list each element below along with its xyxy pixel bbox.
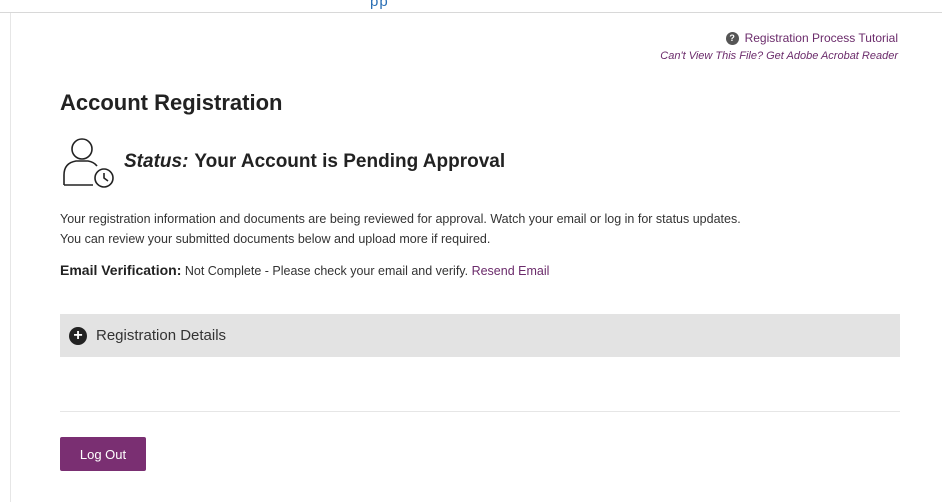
info-line-1: Your registration information and docume… — [60, 212, 741, 226]
email-verification: Email Verification: Not Complete - Pleas… — [60, 262, 549, 278]
resend-email-link[interactable]: Resend Email — [472, 264, 550, 278]
log-out-button[interactable]: Log Out — [60, 437, 146, 471]
tutorial-link[interactable]: ? Registration Process Tutorial — [660, 31, 898, 45]
clipped-heading: pp — [370, 0, 389, 10]
tutorial-link-label[interactable]: Registration Process Tutorial — [745, 31, 898, 45]
acrobat-link[interactable]: Can't View This File? Get Adobe Acrobat … — [660, 50, 898, 62]
status-heading: Status: Your Account is Pending Approval — [124, 151, 505, 173]
top-bar: pp — [0, 0, 942, 13]
user-clock-icon — [63, 138, 114, 188]
status-info: Your registration information and docume… — [60, 209, 920, 249]
page-title: Account Registration — [60, 90, 283, 115]
status-row: Status: Your Account is Pending Approval — [60, 133, 505, 191]
verification-label: Email Verification: — [60, 262, 182, 278]
plus-circle-icon: + — [69, 326, 87, 345]
help-icon: ? — [725, 31, 739, 45]
registration-details-label: Registration Details — [96, 327, 227, 344]
status-value: Your Account is Pending Approval — [194, 151, 506, 172]
help-links: ? Registration Process Tutorial Can't Vi… — [660, 31, 898, 62]
left-border — [10, 13, 11, 502]
divider — [60, 411, 900, 412]
verification-text: Not Complete - Please check your email a… — [184, 264, 469, 278]
status-label: Status: — [124, 151, 189, 172]
registration-details-toggle[interactable]: + Registration Details — [60, 314, 900, 357]
info-line-2: You can review your submitted documents … — [60, 232, 491, 246]
